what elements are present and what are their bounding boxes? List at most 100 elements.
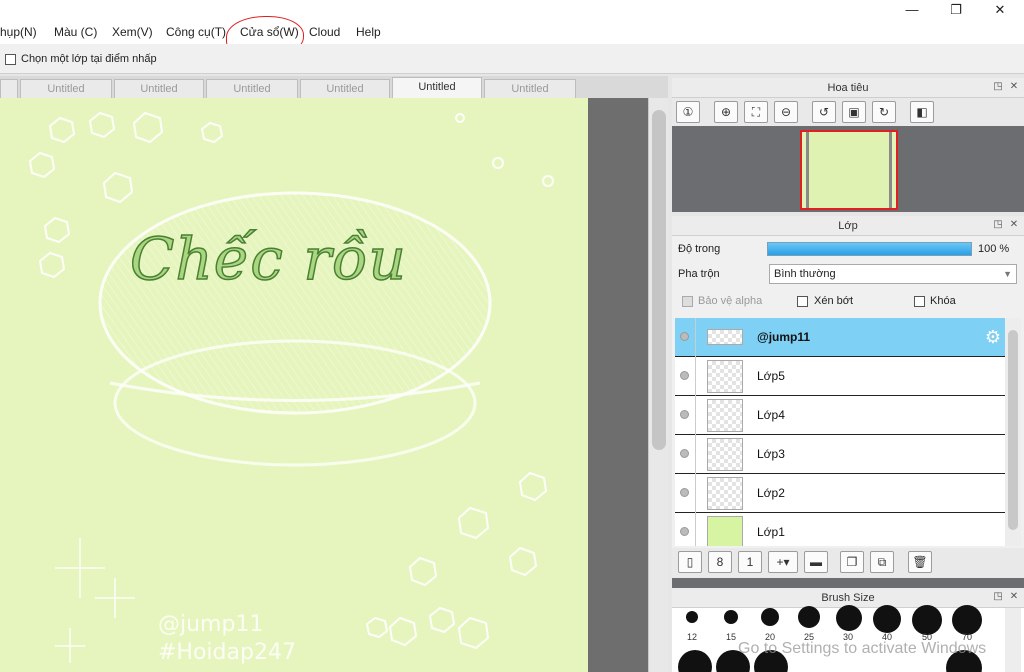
menu-view[interactable]: Xem(V): [112, 25, 153, 39]
minimize-button[interactable]: —: [902, 2, 922, 18]
brush-size-12[interactable]: [686, 611, 698, 623]
new-layer-icon[interactable]: ▯: [678, 551, 702, 573]
detach-icon[interactable]: ◳: [992, 81, 1004, 93]
new-1bit-layer-icon[interactable]: 1: [738, 551, 762, 573]
brush-size-70[interactable]: [952, 605, 982, 635]
visibility-icon[interactable]: [680, 371, 689, 380]
row-divider: [695, 318, 696, 357]
opacity-slider[interactable]: [767, 242, 972, 256]
protect-alpha-checkbox[interactable]: [682, 296, 693, 307]
visibility-icon[interactable]: [680, 449, 689, 458]
artwork-canvas[interactable]: [0, 98, 588, 672]
clipping-checkbox[interactable]: [797, 296, 808, 307]
navigator-header: Hoa tiêu ◳ ✕: [672, 78, 1024, 98]
layer-row-lop4[interactable]: Lớp4: [675, 396, 1005, 435]
tab-untitled-4[interactable]: Untitled: [300, 79, 390, 98]
layer-thumbnail: [707, 516, 743, 546]
navigator-panel: Hoa tiêu ◳ ✕ ① ⊕ ⛶ ⊖ ↺ ▣ ↻ ◧: [672, 78, 1024, 212]
layer-list[interactable]: @jump11 ⚙ Lớp5 Lớp4 Lớp3 Lớp2 Lớp1: [675, 318, 1005, 546]
menu-select[interactable]: hụp(N): [0, 25, 37, 39]
close-icon[interactable]: ✕: [1008, 219, 1020, 231]
add-layer-menu-icon[interactable]: +▾: [768, 551, 798, 573]
fit-icon[interactable]: ⛶: [744, 101, 768, 123]
layer-name: Lớp1: [757, 525, 785, 539]
brush-size-25[interactable]: [798, 606, 820, 628]
artwork-tag-text: #Hoidap247: [158, 640, 296, 665]
layer-thumbnail: [707, 360, 743, 393]
layer-scrollbar[interactable]: [1005, 318, 1021, 546]
brush-scrollbar[interactable]: [1005, 608, 1021, 672]
protect-alpha-label: Bảo vệ alpha: [698, 295, 763, 307]
close-icon[interactable]: ✕: [1008, 81, 1020, 93]
canvas-area[interactable]: [0, 98, 668, 672]
opacity-label: Độ trong: [678, 243, 721, 255]
zoom-in-icon[interactable]: ⊕: [714, 101, 738, 123]
menu-tools[interactable]: Công cụ(T): [166, 25, 226, 39]
visibility-icon[interactable]: [680, 488, 689, 497]
menu-cloud[interactable]: Cloud: [309, 25, 340, 39]
brush-size-50[interactable]: [912, 605, 942, 635]
tab-overflow[interactable]: [0, 79, 18, 98]
visibility-icon[interactable]: [680, 332, 689, 341]
tab-untitled-5[interactable]: Untitled: [392, 77, 482, 98]
layer-row-lop2[interactable]: Lớp2: [675, 474, 1005, 513]
brush-size-title: Brush Size: [821, 592, 875, 604]
layer-row-lop3[interactable]: Lớp3: [675, 435, 1005, 474]
navigator-thumbnail: [806, 132, 892, 208]
layer-thumbnail: [707, 438, 743, 471]
brush-size-large-1[interactable]: [678, 650, 712, 672]
close-icon[interactable]: ✕: [1008, 591, 1020, 603]
layer-row-lop5[interactable]: Lớp5: [675, 357, 1005, 396]
menu-bar: hụp(N) Màu (C) Xem(V) Công cụ(T) Cửa sổ(…: [0, 0, 1024, 58]
fit-window-icon[interactable]: ▣: [842, 101, 866, 123]
layer-row-jump11[interactable]: @jump11 ⚙: [675, 318, 1005, 357]
menu-help[interactable]: Help: [356, 25, 381, 39]
select-layer-checkbox[interactable]: [5, 54, 16, 65]
artwork-title-text: Chếc rồu: [129, 224, 407, 294]
brush-size-40[interactable]: [873, 605, 901, 633]
gear-icon[interactable]: ⚙: [985, 327, 1001, 348]
close-button[interactable]: ✕: [990, 2, 1010, 18]
tab-untitled-1[interactable]: Untitled: [20, 79, 112, 98]
merge-layer-icon[interactable]: ⧉: [870, 551, 894, 573]
detach-icon[interactable]: ◳: [992, 219, 1004, 231]
folder-icon[interactable]: ▬: [804, 551, 828, 573]
tab-untitled-3[interactable]: Untitled: [206, 79, 298, 98]
navigator-preview[interactable]: [800, 130, 898, 210]
restore-button[interactable]: ❐: [946, 2, 966, 18]
layer-name: Lớp3: [757, 447, 785, 461]
tab-untitled-2[interactable]: Untitled: [114, 79, 204, 98]
brush-size-20[interactable]: [761, 608, 779, 626]
brush-size-30[interactable]: [836, 605, 862, 631]
lock-label: Khóa: [930, 295, 956, 307]
layer-name: Lớp4: [757, 408, 785, 422]
layer-row-lop1[interactable]: Lớp1: [675, 513, 1005, 546]
detach-icon[interactable]: ◳: [992, 591, 1004, 603]
layer-scroll-thumb[interactable]: [1008, 330, 1018, 530]
new-8bit-layer-icon[interactable]: 8: [708, 551, 732, 573]
row-divider: [695, 513, 696, 546]
rotate-left-icon[interactable]: ↺: [812, 101, 836, 123]
blend-mode-select[interactable]: Bình thường ▼: [769, 264, 1017, 284]
menu-window[interactable]: Cửa sổ(W): [240, 25, 299, 39]
canvas-vertical-scrollbar[interactable]: [648, 98, 668, 672]
flip-icon[interactable]: ◧: [910, 101, 934, 123]
layer-name: Lớp5: [757, 369, 785, 383]
rotate-right-icon[interactable]: ↻: [872, 101, 896, 123]
tab-untitled-6[interactable]: Untitled: [484, 79, 576, 98]
artwork-sketch: [28, 111, 554, 663]
clipping-label: Xén bớt: [814, 295, 854, 307]
opacity-value: 100 %: [978, 243, 1010, 255]
layer-panel: Lớp ◳ ✕ Độ trong 100 % Pha trộn Bình thư…: [672, 216, 1024, 578]
zoom-actual-icon[interactable]: ①: [676, 101, 700, 123]
lock-checkbox[interactable]: [914, 296, 925, 307]
blend-label: Pha trộn: [678, 268, 720, 280]
trash-icon[interactable]: 🗑: [908, 551, 932, 573]
visibility-icon[interactable]: [680, 410, 689, 419]
canvas-scroll-thumb[interactable]: [652, 110, 666, 450]
menu-color[interactable]: Màu (C): [54, 25, 97, 39]
duplicate-layer-icon[interactable]: ❐: [840, 551, 864, 573]
brush-size-15[interactable]: [724, 610, 738, 624]
zoom-out-icon[interactable]: ⊖: [774, 101, 798, 123]
visibility-icon[interactable]: [680, 527, 689, 536]
